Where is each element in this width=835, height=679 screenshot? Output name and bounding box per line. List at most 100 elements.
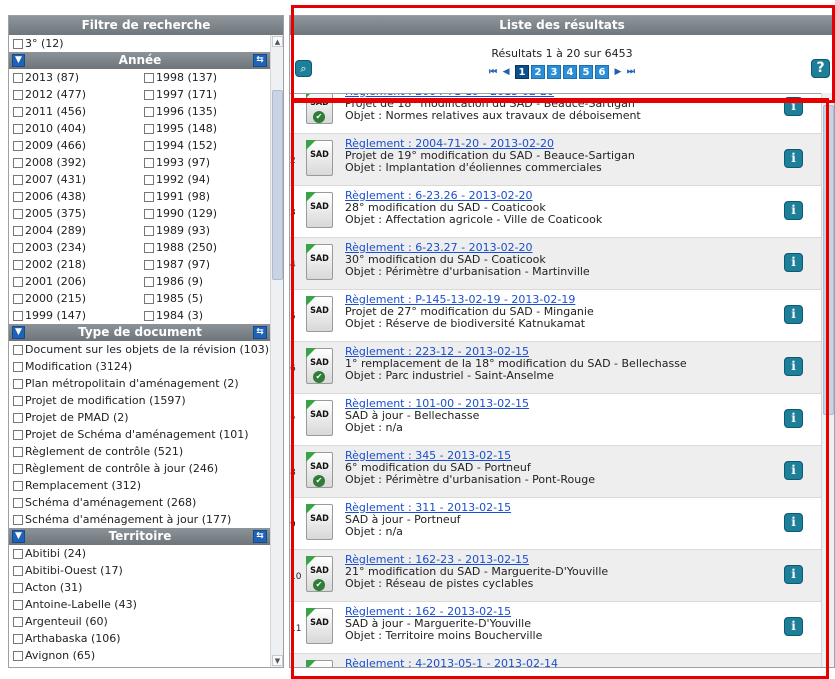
filter-item[interactable]: Acton (31) xyxy=(9,579,271,596)
filter-item[interactable]: 1987 (97) xyxy=(140,256,271,273)
checkbox[interactable] xyxy=(13,276,23,287)
filter-item[interactable]: 1984 (3) xyxy=(140,307,271,324)
page-button-5[interactable]: 5 xyxy=(579,65,593,79)
chevron-down-icon[interactable]: ▼ xyxy=(12,326,25,339)
checkbox[interactable] xyxy=(13,361,23,372)
toggle-icon[interactable]: ⇆ xyxy=(253,54,267,67)
filter-item[interactable]: 1995 (148) xyxy=(140,120,271,137)
filter-item[interactable]: 1996 (135) xyxy=(140,103,271,120)
last-page-icon[interactable]: ⏭ xyxy=(627,67,635,77)
sad-document-icon[interactable]: SAD ✔ xyxy=(306,556,333,592)
checkbox[interactable] xyxy=(13,89,23,100)
filter-item[interactable]: 1986 (9) xyxy=(140,273,271,290)
filter-item[interactable]: Argenteuil (60) xyxy=(9,613,271,630)
section-header-territoire[interactable]: ▼ Territoire ⇆ xyxy=(9,528,271,545)
checkbox[interactable] xyxy=(13,480,23,491)
checkbox[interactable] xyxy=(13,599,23,610)
checkbox[interactable] xyxy=(13,208,23,219)
filter-item[interactable]: 1993 (97) xyxy=(140,154,271,171)
chevron-down-icon[interactable]: ▼ xyxy=(12,54,25,67)
filter-item[interactable]: 2012 (477) xyxy=(9,86,140,103)
checkbox[interactable] xyxy=(13,395,23,406)
checkbox[interactable] xyxy=(13,157,23,168)
sad-document-icon[interactable]: SAD xyxy=(306,504,333,540)
page-button-1[interactable]: 1 xyxy=(515,65,529,79)
checkbox[interactable] xyxy=(13,310,23,321)
info-button[interactable]: i xyxy=(784,409,803,428)
checkbox[interactable] xyxy=(13,174,23,185)
next-page-icon[interactable]: ▶ xyxy=(615,67,622,77)
filter-item[interactable]: Règlement de contrôle à jour (246) xyxy=(9,460,271,477)
toggle-icon[interactable]: ⇆ xyxy=(253,530,267,543)
checkbox[interactable] xyxy=(13,378,23,389)
filter-item[interactable]: 1990 (129) xyxy=(140,205,271,222)
prev-page-icon[interactable]: ◀ xyxy=(503,67,510,77)
scroll-down-icon[interactable]: ▼ xyxy=(272,655,283,666)
filter-item[interactable]: 2008 (392) xyxy=(9,154,140,171)
filter-item[interactable]: 2013 (87) xyxy=(9,69,140,86)
scrollbar-thumb[interactable] xyxy=(823,105,834,415)
filter-item[interactable]: 2005 (375) xyxy=(9,205,140,222)
checkbox[interactable] xyxy=(144,106,154,117)
filter-item[interactable]: 1991 (98) xyxy=(140,188,271,205)
checkbox[interactable] xyxy=(144,259,154,270)
page-button-4[interactable]: 4 xyxy=(563,65,577,79)
info-button[interactable]: i xyxy=(784,565,803,584)
sad-document-icon[interactable]: SAD ✔ xyxy=(306,348,333,384)
filter-item[interactable]: 2006 (438) xyxy=(9,188,140,205)
info-button[interactable]: i xyxy=(784,253,803,272)
sad-document-icon[interactable]: SAD xyxy=(306,244,333,280)
filter-item[interactable]: 2001 (206) xyxy=(9,273,140,290)
checkbox[interactable] xyxy=(144,276,154,287)
filter-item[interactable]: 1989 (93) xyxy=(140,222,271,239)
checkbox[interactable] xyxy=(144,174,154,185)
checkbox[interactable] xyxy=(13,514,23,525)
sad-document-icon[interactable]: SAD xyxy=(306,140,333,176)
filter-item[interactable]: 2010 (404) xyxy=(9,120,140,137)
filter-item[interactable]: 2000 (215) xyxy=(9,290,140,307)
checkbox[interactable] xyxy=(13,446,23,457)
checkbox[interactable] xyxy=(144,225,154,236)
checkbox[interactable] xyxy=(144,140,154,151)
filter-item[interactable]: 1999 (147) xyxy=(9,307,140,324)
checkbox[interactable] xyxy=(13,242,23,253)
filter-item[interactable]: Modification (3124) xyxy=(9,358,271,375)
filter-item[interactable]: 2003 (234) xyxy=(9,239,140,256)
filter-item[interactable]: Schéma d'aménagement (268) xyxy=(9,494,271,511)
filter-item[interactable]: 1998 (137) xyxy=(140,69,271,86)
checkbox[interactable] xyxy=(144,310,154,321)
filter-item[interactable]: Règlement de contrôle (521) xyxy=(9,443,271,460)
checkbox[interactable] xyxy=(13,72,23,83)
checkbox[interactable] xyxy=(144,123,154,134)
filter-item[interactable]: Projet de modification (1597) xyxy=(9,392,271,409)
checkbox[interactable] xyxy=(144,293,154,304)
filter-item[interactable]: Avignon (65) xyxy=(9,647,271,664)
filter-item[interactable]: Document sur les objets de la révision (… xyxy=(9,341,271,358)
checkbox[interactable] xyxy=(13,38,23,49)
checkbox[interactable] xyxy=(13,412,23,423)
checkbox[interactable] xyxy=(13,293,23,304)
scroll-up-icon[interactable]: ▲ xyxy=(272,36,283,47)
info-button[interactable]: i xyxy=(784,305,803,324)
sad-document-icon[interactable]: SAD xyxy=(306,608,333,644)
filter-item[interactable]: Arthabaska (106) xyxy=(9,630,271,647)
checkbox[interactable] xyxy=(144,242,154,253)
filter-item[interactable]: Plan métropolitain d'aménagement (2) xyxy=(9,375,271,392)
checkbox[interactable] xyxy=(13,650,23,661)
filter-item[interactable]: Projet de PMAD (2) xyxy=(9,409,271,426)
checkbox[interactable] xyxy=(144,191,154,202)
filter-item[interactable]: 1985 (5) xyxy=(140,290,271,307)
help-button[interactable]: ? xyxy=(811,59,830,78)
checkbox[interactable] xyxy=(13,565,23,576)
checkbox[interactable] xyxy=(13,344,23,355)
info-button[interactable]: i xyxy=(784,97,803,116)
filter-item[interactable]: 2004 (289) xyxy=(9,222,140,239)
info-button[interactable]: i xyxy=(784,617,803,636)
checkbox[interactable] xyxy=(144,72,154,83)
info-button[interactable]: i xyxy=(784,513,803,532)
page-button-2[interactable]: 2 xyxy=(531,65,545,79)
filter-item[interactable]: Schéma d'aménagement à jour (177) xyxy=(9,511,271,528)
filter-scrollbar[interactable]: ▲ ▼ xyxy=(270,35,283,667)
checkbox[interactable] xyxy=(144,157,154,168)
first-page-icon[interactable]: ⏮ xyxy=(489,67,497,77)
